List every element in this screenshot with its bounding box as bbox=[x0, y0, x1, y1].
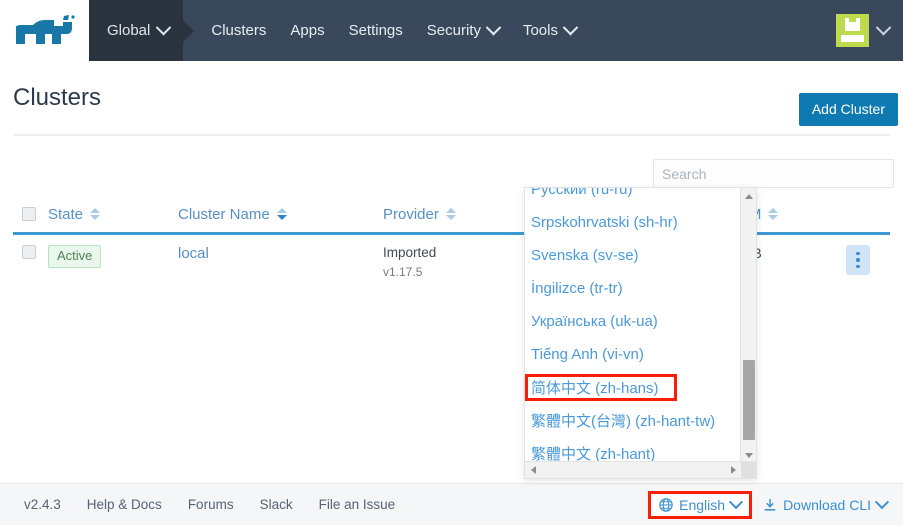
language-selector-label: English bbox=[679, 496, 726, 513]
page-title: Clusters bbox=[13, 84, 102, 111]
scrollbar-corner bbox=[741, 462, 756, 478]
sort-arrows-active-icon[interactable] bbox=[276, 208, 287, 220]
download-icon bbox=[764, 498, 776, 511]
select-all-checkbox[interactable] bbox=[22, 207, 36, 221]
cluster-name-link[interactable]: local bbox=[178, 245, 209, 262]
dropdown-horizontal-scrollbar[interactable] bbox=[525, 461, 756, 478]
chevron-down-icon bbox=[485, 19, 502, 36]
language-option-uk-ua[interactable]: Українська (uk-ua) bbox=[525, 305, 741, 338]
language-option-zh-hant-tw[interactable]: 繁體中文(台灣) (zh-hant-tw) bbox=[525, 404, 741, 437]
language-option-zh-hant[interactable]: 繁體中文 (zh-hant) bbox=[525, 437, 741, 463]
column-header-label: Cluster Name bbox=[178, 205, 270, 223]
row-actions-cell bbox=[838, 245, 890, 275]
rancher-cow-logo-icon bbox=[15, 14, 75, 44]
nav-context-label: Global bbox=[107, 22, 151, 39]
status-badge: Active bbox=[48, 245, 102, 269]
language-option-tr-tr[interactable]: İngilizce (tr-tr) bbox=[525, 272, 741, 305]
sort-arrows-icon[interactable] bbox=[768, 208, 779, 220]
globe-icon bbox=[659, 497, 673, 512]
footer-link-file-an-issue[interactable]: File an Issue bbox=[306, 497, 409, 512]
sort-arrows-icon[interactable] bbox=[90, 208, 101, 220]
top-navigation-bar: Global Clusters Apps Settings Security T… bbox=[0, 0, 903, 61]
user-avatar-icon bbox=[836, 14, 869, 47]
nav-context-selector[interactable]: Global bbox=[89, 0, 184, 61]
dropdown-vertical-scrollbar[interactable] bbox=[740, 188, 756, 463]
language-option-vi-vn[interactable]: Tiếng Anh (vi-vn) bbox=[525, 338, 741, 371]
table-header-row: State Cluster Name Provider Nodes RAM bbox=[13, 196, 890, 235]
row-select-checkbox[interactable] bbox=[22, 245, 36, 259]
nav-item-label: Security bbox=[426, 22, 481, 39]
clusters-table: State Cluster Name Provider Nodes RAM Ac… bbox=[13, 196, 890, 291]
nav-item-tools[interactable]: Tools bbox=[511, 0, 588, 61]
column-header-label: State bbox=[48, 205, 84, 223]
nav-item-label: Tools bbox=[522, 22, 558, 39]
download-cli-label: Download CLI bbox=[783, 496, 871, 513]
language-option-zh-hans[interactable]: 简体中文 (zh-hans) bbox=[525, 374, 677, 401]
search-input[interactable] bbox=[653, 159, 894, 188]
add-cluster-button[interactable]: Add Cluster bbox=[798, 93, 898, 126]
scroll-right-arrow-icon[interactable] bbox=[725, 462, 741, 478]
nav-item-list: Clusters Apps Settings Security Tools bbox=[199, 0, 588, 61]
chevron-down-icon bbox=[562, 19, 579, 36]
scroll-left-arrow-icon[interactable] bbox=[525, 462, 541, 478]
nav-item-apps[interactable]: Apps bbox=[278, 0, 336, 61]
language-dropdown-panel: Русский (ru-ru) Srpskohrvatski (sh-hr) S… bbox=[524, 187, 757, 479]
nav-item-clusters[interactable]: Clusters bbox=[199, 0, 278, 61]
footer-bar: v2.4.3 Help & Docs Forums Slack File an … bbox=[0, 483, 903, 525]
language-option-list: Русский (ru-ru) Srpskohrvatski (sh-hr) S… bbox=[525, 188, 741, 463]
nav-item-label: Clusters bbox=[211, 22, 267, 39]
app-version-label: v2.4.3 bbox=[24, 497, 61, 512]
column-header-label: Provider bbox=[383, 205, 439, 223]
nav-item-security[interactable]: Security bbox=[415, 0, 511, 61]
row-select-cell bbox=[13, 245, 48, 259]
language-option-sv-se[interactable]: Svenska (sv-se) bbox=[525, 239, 741, 272]
scroll-up-arrow-icon[interactable] bbox=[741, 188, 756, 204]
language-option-ru-ru[interactable]: Русский (ru-ru) bbox=[525, 188, 741, 206]
chevron-down-icon bbox=[875, 19, 892, 36]
footer-link-forums[interactable]: Forums bbox=[175, 497, 247, 512]
nav-item-label: Settings bbox=[348, 22, 403, 39]
nav-item-label: Apps bbox=[290, 22, 325, 39]
app-logo[interactable] bbox=[0, 0, 89, 61]
language-dropdown-scroll-area: Русский (ru-ru) Srpskohrvatski (sh-hr) S… bbox=[525, 188, 741, 463]
chevron-down-icon bbox=[156, 19, 172, 36]
kebab-menu-icon[interactable] bbox=[846, 245, 870, 275]
chevron-down-icon bbox=[874, 494, 890, 509]
language-option-sh-hr[interactable]: Srpskohrvatski (sh-hr) bbox=[525, 206, 741, 239]
vertical-scrollbar-thumb[interactable] bbox=[743, 360, 755, 440]
chevron-down-icon bbox=[728, 494, 744, 509]
footer-link-slack[interactable]: Slack bbox=[247, 497, 306, 512]
page-header: Clusters bbox=[0, 61, 903, 134]
row-state-cell: Active bbox=[48, 245, 178, 269]
table-row[interactable]: Active local Imported v1.17.5 1 8 GiB bbox=[13, 235, 890, 291]
user-menu[interactable] bbox=[836, 0, 903, 61]
nav-item-settings[interactable]: Settings bbox=[337, 0, 415, 61]
language-selector-button[interactable]: English bbox=[648, 490, 753, 519]
row-name-cell: local bbox=[178, 245, 383, 263]
header-divider bbox=[13, 134, 890, 136]
download-cli-button[interactable]: Download CLI bbox=[763, 494, 890, 513]
footer-link-help-docs[interactable]: Help & Docs bbox=[74, 497, 175, 512]
select-all-cell bbox=[13, 207, 48, 221]
column-header-state[interactable]: State bbox=[48, 206, 178, 223]
sort-arrows-icon[interactable] bbox=[445, 208, 456, 220]
column-header-cluster-name[interactable]: Cluster Name bbox=[178, 206, 383, 223]
footer-right-controls: English Download CLI bbox=[648, 490, 893, 519]
